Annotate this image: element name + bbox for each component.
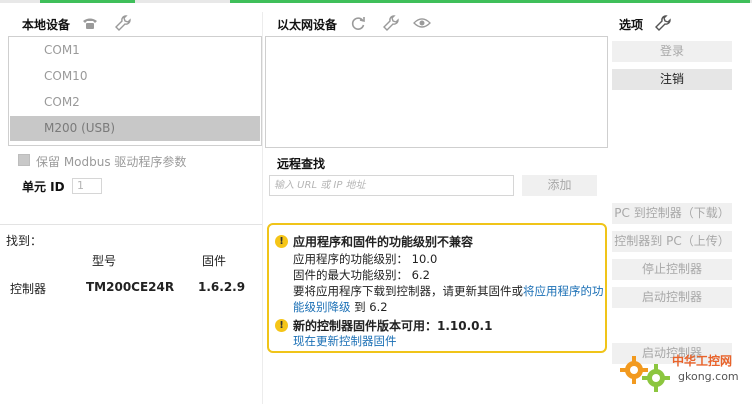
table-row[interactable]: 控制器 TM200CE24R 1.6.2.9: [0, 275, 262, 299]
row-device-label: 控制器: [10, 282, 47, 296]
wrench-icon[interactable]: [383, 15, 399, 31]
remote-address-input[interactable]: 输入 URL 或 IP 地址: [269, 175, 514, 196]
watermark-logo: 中华工控网 gkong.com: [616, 346, 750, 402]
row-firmware: 1.6.2.9: [198, 280, 246, 294]
warning-title-incompatible: 应用程序和固件的功能级别不兼容: [293, 235, 474, 249]
keep-params-checkbox[interactable]: [18, 154, 30, 166]
logout-button[interactable]: 注销: [612, 69, 732, 90]
status-strip-segment: [40, 0, 135, 3]
row-model: TM200CE24R: [86, 280, 175, 294]
local-device-list[interactable]: COM1 COM10 COM2 M200 (USB): [8, 36, 262, 146]
remote-search-title: 远程查找: [277, 157, 326, 171]
unit-id-field[interactable]: 1: [72, 178, 102, 194]
start-controller-button[interactable]: 启动控制器: [612, 287, 732, 308]
local-devices-title: 本地设备: [22, 18, 71, 32]
options-title: 选项: [619, 18, 644, 32]
device-item-com2[interactable]: COM2: [10, 90, 260, 115]
watermark-site-en: gkong.com: [678, 370, 739, 383]
warning-icon: !: [275, 235, 288, 248]
add-button[interactable]: 添加: [522, 175, 597, 196]
device-item-com10[interactable]: COM10: [10, 64, 260, 89]
warning-app-level: 应用程序的功能级别： 10.0: [293, 252, 438, 266]
divider: [262, 12, 263, 404]
controller-to-pc-button[interactable]: 控制器到 PC（上传）: [612, 231, 732, 252]
warning-download-text: 要将应用程序下载到控制器，请更新其固件或将应用程序的功能级别降级 到 6.2: [293, 283, 605, 315]
keep-params-label: 保留 Modbus 驱动程序参数: [36, 155, 187, 169]
warning-panel: ! 应用程序和固件的功能级别不兼容 应用程序的功能级别： 10.0 固件的最大功…: [267, 223, 607, 353]
warning-icon: !: [275, 319, 288, 332]
top-status-strip: [0, 0, 752, 3]
ethernet-device-list[interactable]: [265, 36, 608, 148]
new-firmware-title: 新的控制器固件版本可用：1.10.0.1: [293, 319, 493, 333]
col-header-firmware: 固件: [202, 254, 227, 268]
wrench-icon[interactable]: [115, 15, 131, 31]
ethernet-devices-title: 以太网设备: [277, 18, 338, 32]
unit-id-label: 单元 ID: [22, 180, 65, 194]
stop-controller-button[interactable]: 停止控制器: [612, 259, 732, 280]
watermark-site-cn: 中华工控网: [672, 354, 733, 368]
login-button[interactable]: 登录: [612, 41, 732, 62]
downgrade-target: 到 6.2: [350, 300, 388, 314]
refresh-icon[interactable]: [350, 15, 366, 31]
update-firmware-link[interactable]: 现在更新控制器固件: [293, 333, 397, 349]
gear-icon: [620, 356, 670, 392]
download-instruction: 要将应用程序下载到控制器，请更新其固件或: [293, 284, 523, 298]
wrench-icon[interactable]: [655, 15, 671, 31]
col-header-model: 型号: [92, 254, 117, 268]
warning-fw-max: 固件的最大功能级别： 6.2: [293, 268, 430, 282]
divider: [0, 224, 262, 225]
eye-icon[interactable]: [413, 17, 431, 29]
pc-to-controller-button[interactable]: PC 到控制器（下载）: [612, 203, 732, 224]
device-item-com1[interactable]: COM1: [10, 38, 260, 63]
status-strip-segment: [230, 0, 750, 3]
device-item-m200-usb[interactable]: M200 (USB): [10, 116, 260, 141]
found-label: 找到：: [6, 234, 43, 248]
phone-icon[interactable]: [82, 16, 98, 30]
